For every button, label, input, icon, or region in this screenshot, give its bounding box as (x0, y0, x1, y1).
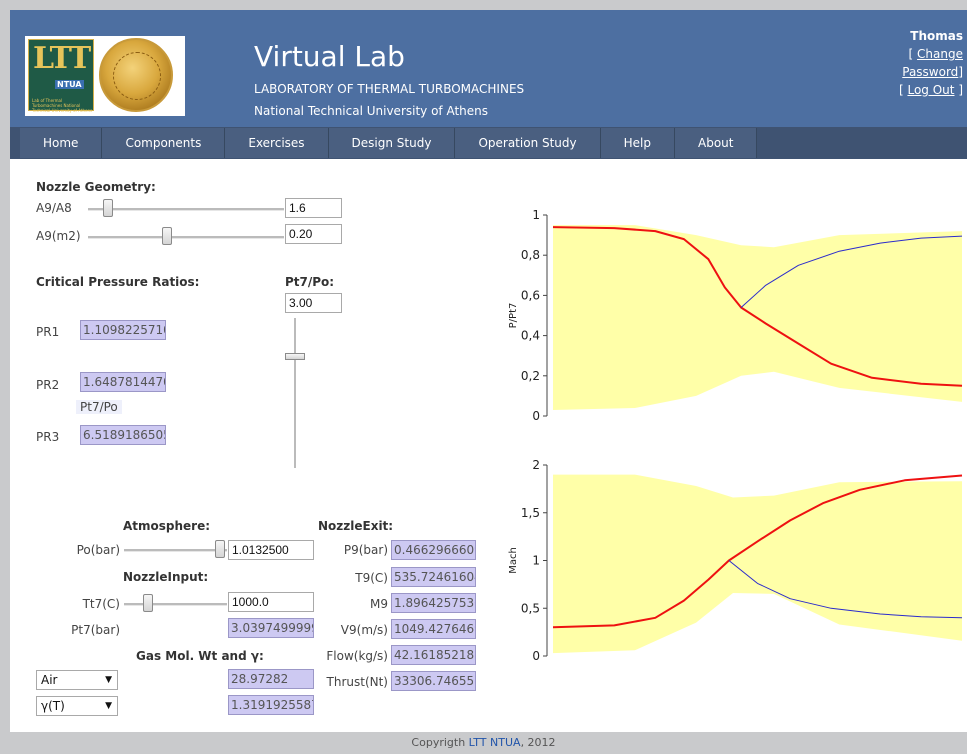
footer-link[interactable]: LTT NTUA (469, 736, 521, 749)
pr3-value: 6.5189186505 (80, 425, 166, 445)
university-seal (99, 38, 173, 112)
pt7po-input[interactable] (285, 293, 342, 313)
y-tick-label: 0,4 (521, 329, 540, 343)
m9-value: 1.8964257530 (391, 593, 476, 613)
tt7-slider-track[interactable] (124, 603, 227, 606)
a9a8-label: A9/A8 (36, 201, 72, 215)
p9-value: 0.4662966609 (391, 540, 476, 560)
y-tick-label: 0,5 (521, 601, 540, 615)
pr3-label: PR3 (36, 430, 60, 444)
flow-value: 42.161852186 (391, 645, 476, 665)
thrust-value: 33306.746552 (391, 671, 476, 691)
y-tick-label: 1 (532, 208, 540, 222)
nozzle-input-heading: NozzleInput: (123, 570, 209, 584)
a9a8-input[interactable] (285, 198, 342, 218)
lab-name: LABORATORY OF THERMAL TURBOMACHINES (254, 82, 525, 96)
a9-label: A9(m2) (36, 229, 81, 243)
y-tick-label: 0 (532, 649, 540, 663)
y-tick-label: 0,6 (521, 288, 540, 302)
v9-value: 1049.4276469 (391, 619, 476, 639)
tt7-input[interactable] (228, 592, 314, 612)
university-name: National Technical University of Athens (254, 104, 489, 118)
y-axis-label: Mach (508, 547, 519, 574)
pt7po-heading: Pt7/Po: (285, 275, 335, 289)
chevron-down-icon: ▼ (105, 675, 112, 685)
y-tick-label: 0 (532, 409, 540, 423)
ltt-logo: LTT NTUA Lab of Thermal Turbomachines Na… (28, 39, 94, 113)
flow-label: Flow(kg/s) (326, 649, 388, 663)
nozzle-geometry-heading: Nozzle Geometry: (36, 180, 156, 194)
pt7-label: Pt7(bar) (71, 623, 120, 637)
a9-input[interactable] (285, 224, 342, 244)
nav-home[interactable]: Home (20, 128, 103, 158)
pt7-value: 3.0397499999 (228, 618, 314, 638)
tt7-label: Tt7(C) (82, 597, 120, 611)
thrust-label: Thrust(Nt) (326, 675, 388, 689)
nav-components[interactable]: Components (102, 128, 226, 158)
logout-link[interactable]: Log Out (907, 83, 954, 97)
y-tick-label: 1 (532, 554, 540, 568)
logo-area: LTT NTUA Lab of Thermal Turbomachines Na… (25, 36, 185, 116)
pr2-label: PR2 (36, 378, 60, 392)
y-tick-label: 0,8 (521, 248, 540, 262)
logo-small-text: Lab of Thermal Turbomachines National Te… (32, 98, 93, 113)
a9-slider-track[interactable] (88, 236, 284, 239)
po-slider-track[interactable] (124, 549, 227, 552)
chevron-down-icon: ▼ (105, 701, 112, 711)
pressure-ratio-chart: 0 0,2 0,4 0,6 0,8 1 P/Pt7 (508, 208, 963, 423)
y-tick-label: 0,2 (521, 369, 540, 383)
gas-heading: Gas Mol. Wt and γ: (136, 649, 264, 663)
v9-label: V9(m/s) (340, 623, 388, 637)
pt7po-marker-label: Pt7/Po (76, 400, 122, 414)
y-axis-label: P/Pt7 (508, 303, 519, 329)
change-password-link[interactable]: Change (917, 47, 963, 61)
mach-chart: 0 0,5 1 1,5 2 Mach (508, 458, 963, 663)
po-slider-thumb[interactable] (215, 540, 226, 558)
y-tick-label: 2 (532, 458, 540, 472)
tt7-slider-thumb[interactable] (142, 594, 153, 612)
nav-operation-study[interactable]: Operation Study (455, 128, 601, 158)
gas-select[interactable]: Air ▼ (36, 670, 118, 690)
nav-help[interactable]: Help (600, 128, 675, 158)
user-box: Thomas [ Change Password] [ Log Out ] (898, 29, 963, 97)
pr2-value: 1.6487814470 (80, 372, 166, 392)
a9a8-slider-track[interactable] (88, 208, 284, 211)
a9a8-slider-thumb[interactable] (102, 199, 113, 217)
po-label: Po(bar) (76, 543, 120, 557)
atmosphere-heading: Atmosphere: (123, 519, 211, 533)
nav-about[interactable]: About (675, 128, 758, 158)
page: LTT NTUA Lab of Thermal Turbomachines Na… (10, 10, 967, 732)
nav-bar: Home Components Exercises Design Study O… (10, 127, 967, 159)
po-input[interactable] (228, 540, 314, 560)
gamma-value: 1.3191925587 (228, 695, 314, 715)
user-name: Thomas (910, 29, 963, 43)
ntua-logo-text: NTUA (55, 80, 84, 89)
header: LTT NTUA Lab of Thermal Turbomachines Na… (10, 10, 967, 127)
t9-value: 535.72461604 (391, 567, 476, 587)
a9-slider-thumb[interactable] (162, 227, 173, 245)
change-password-link-2[interactable]: Password (902, 65, 958, 79)
gamma-select[interactable]: γ(T) ▼ (36, 696, 118, 716)
pr1-value: 1.1098225710 (80, 320, 166, 340)
pt7po-slider-thumb[interactable] (285, 352, 305, 360)
page-title: Virtual Lab (254, 40, 405, 73)
pt7po-slider-track[interactable] (294, 318, 296, 468)
nav-exercises[interactable]: Exercises (225, 128, 329, 158)
t9-label: T9(C) (355, 571, 388, 585)
p9-label: P9(bar) (343, 543, 388, 557)
mol-wt-value: 28.97282 (228, 669, 314, 689)
critical-pressure-heading: Critical Pressure Ratios: (36, 275, 200, 289)
pr1-label: PR1 (36, 325, 60, 339)
nozzle-exit-heading: NozzleExit: (318, 519, 394, 533)
nav-design-study[interactable]: Design Study (328, 128, 456, 158)
y-tick-label: 1,5 (521, 506, 540, 520)
footer: Copyrigth LTT NTUA, 2012 (0, 732, 967, 753)
m9-label: M9 (370, 597, 388, 611)
ltt-logo-text: LTT (33, 41, 91, 76)
